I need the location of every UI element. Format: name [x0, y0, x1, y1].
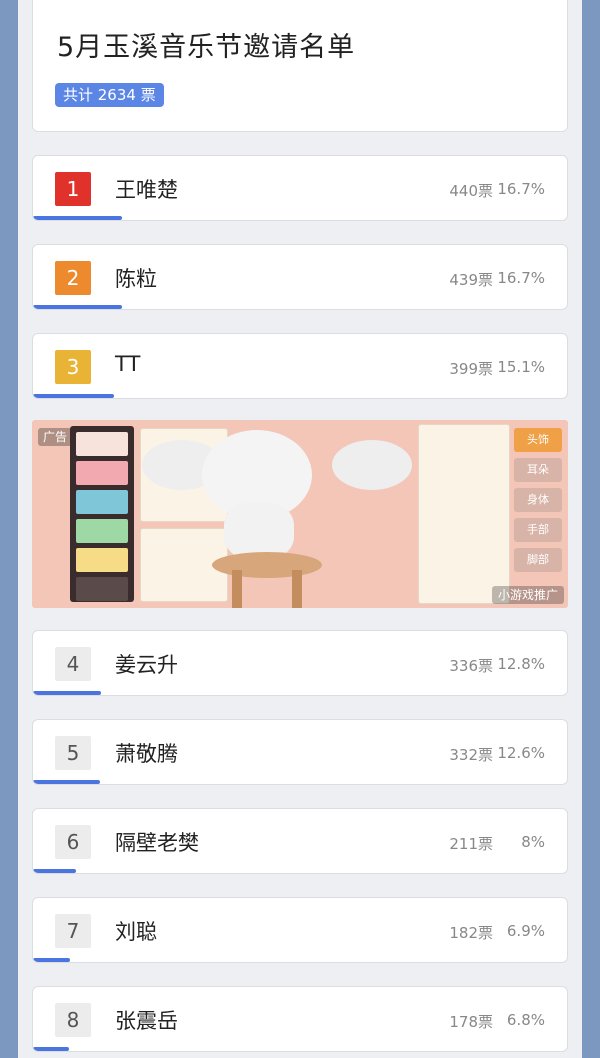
clothes-sheet-image	[418, 424, 510, 604]
candidate-name: 刘聪	[115, 920, 157, 944]
candidate-votes: 399票	[449, 360, 493, 378]
candidate-percent: 8%	[521, 833, 545, 851]
candidate-row-5[interactable]: 5 萧敬腾 332票 12.6%	[32, 719, 568, 785]
candidate-row-1[interactable]: 1 王唯楚 440票 16.7%	[32, 155, 568, 221]
vote-share-bar	[33, 1047, 69, 1051]
ad-side-button[interactable]: 脚部	[514, 548, 562, 572]
candidate-name: TT	[115, 352, 141, 376]
swatch	[76, 548, 128, 572]
mascot-image	[332, 440, 412, 490]
candidate-row-6[interactable]: 6 隔壁老樊 211票 8%	[32, 808, 568, 874]
rank-badge: 8	[55, 1003, 91, 1037]
candidate-percent: 16.7%	[497, 269, 545, 287]
candidate-name: 萧敬腾	[115, 742, 178, 766]
candidate-name: 王唯楚	[115, 178, 178, 202]
stool-image	[292, 570, 302, 608]
candidate-percent: 6.9%	[506, 922, 545, 940]
ad-side-button[interactable]: 手部	[514, 518, 562, 542]
candidate-percent: 12.6%	[497, 744, 545, 762]
candidate-name: 姜云升	[115, 653, 178, 677]
rank-badge: 1	[55, 172, 91, 206]
vote-share-bar	[33, 394, 114, 398]
rank-badge: 7	[55, 914, 91, 948]
stool-image	[212, 552, 322, 578]
rank-badge: 2	[55, 261, 91, 295]
vote-share-bar	[33, 869, 76, 873]
candidate-name: 隔壁老樊	[115, 831, 199, 855]
vote-share-bar	[33, 780, 100, 784]
candidate-votes: 332票	[449, 746, 493, 764]
ad-side-button[interactable]: 耳朵	[514, 458, 562, 482]
candidate-row-7[interactable]: 7 刘聪 182票 6.9%	[32, 897, 568, 963]
poll-title: 5月玉溪音乐节邀请名单	[57, 32, 356, 63]
vote-share-bar	[33, 305, 122, 309]
ad-side-button[interactable]: 头饰	[514, 428, 562, 452]
poll-page: 5月玉溪音乐节邀请名单 共计 2634 票 1 王唯楚 440票 16.7% 2…	[18, 0, 582, 1058]
candidate-percent: 16.7%	[497, 180, 545, 198]
vote-share-bar	[33, 958, 70, 962]
candidate-votes: 182票	[449, 924, 493, 942]
candidate-votes: 178票	[449, 1013, 493, 1031]
ad-side-button[interactable]: 身体	[514, 488, 562, 512]
candidate-votes: 440票	[449, 182, 493, 200]
candidate-row-8[interactable]: 8 张震岳 178票 6.8%	[32, 986, 568, 1052]
swatch	[76, 577, 128, 601]
total-votes-badge: 共计 2634 票	[55, 83, 164, 107]
rank-badge: 5	[55, 736, 91, 770]
rank-badge: 6	[55, 825, 91, 859]
candidate-votes: 439票	[449, 271, 493, 289]
candidate-percent: 6.8%	[506, 1011, 545, 1029]
swatch	[76, 461, 128, 485]
candidate-row-3[interactable]: 3 TT 399票 15.1%	[32, 333, 568, 399]
vote-share-bar	[33, 691, 101, 695]
candidate-votes: 211票	[449, 835, 493, 853]
candidate-row-4[interactable]: 4 姜云升 336票 12.8%	[32, 630, 568, 696]
ad-side-buttons: 头饰 耳朵 身体 手部 脚部	[514, 428, 562, 578]
candidate-name: 张震岳	[115, 1009, 178, 1033]
ad-promo-label[interactable]: 小游戏推广	[491, 586, 564, 604]
color-palette-image	[70, 426, 134, 602]
candidate-votes: 336票	[449, 657, 493, 675]
poll-header-card: 5月玉溪音乐节邀请名单 共计 2634 票	[32, 0, 568, 132]
candidate-row-2[interactable]: 2 陈粒 439票 16.7%	[32, 244, 568, 310]
candidate-name: 陈粒	[115, 267, 157, 291]
swatch	[76, 490, 128, 514]
swatch	[76, 519, 128, 543]
stool-image	[232, 570, 242, 608]
rank-badge: 3	[55, 350, 91, 384]
candidate-percent: 15.1%	[497, 358, 545, 376]
rank-badge: 4	[55, 647, 91, 681]
vote-share-bar	[33, 216, 122, 220]
candidate-percent: 12.8%	[497, 655, 545, 673]
ad-tag[interactable]: 广告	[38, 428, 73, 446]
ad-banner[interactable]: 广告 头饰 耳朵 身体 手部 脚部 小游戏推广	[32, 420, 568, 608]
swatch	[76, 432, 128, 456]
